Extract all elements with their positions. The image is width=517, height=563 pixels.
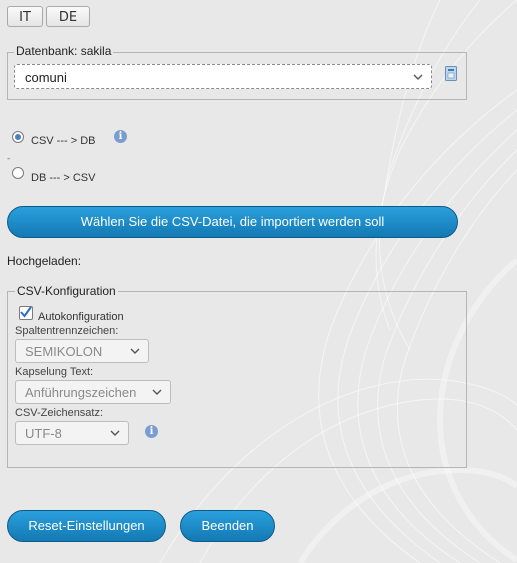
- chevron-down-icon: [152, 389, 162, 395]
- autoconfig-checkbox[interactable]: [19, 306, 33, 320]
- enclosure-value: Anführungszeichen: [25, 385, 137, 400]
- charset-select[interactable]: UTF-8: [15, 421, 129, 445]
- check-icon: [20, 306, 32, 318]
- separator-value: SEMIKOLON: [25, 344, 103, 359]
- table-select-value: comuni: [25, 70, 67, 85]
- charset-label: CSV-Zeichensatz:: [15, 407, 104, 419]
- info-icon[interactable]: i: [145, 425, 158, 438]
- table-select[interactable]: comuni: [14, 64, 432, 89]
- enclosure-select[interactable]: Anführungszeichen: [15, 380, 171, 404]
- radio-csv-to-db-label: CSV --- > DB: [31, 135, 96, 147]
- finish-button[interactable]: Beenden: [180, 510, 275, 542]
- uploaded-label: Hochgeladen:: [7, 254, 82, 268]
- radio-db-to-csv-label: DB --- > CSV: [31, 172, 96, 184]
- database-legend: Datenbank: sakila: [14, 44, 114, 58]
- reset-settings-button[interactable]: Reset-Einstellungen: [7, 510, 166, 542]
- lang-button-it[interactable]: IT: [7, 6, 43, 27]
- separator-select[interactable]: SEMIKOLON: [15, 339, 149, 363]
- separator-dash: -: [7, 154, 11, 164]
- trash-icon[interactable]: [445, 66, 457, 81]
- separator-label: Spaltentrennzeichen:: [15, 325, 119, 337]
- autoconfig-label: Autokonfiguration: [38, 311, 124, 323]
- chevron-down-icon: [110, 430, 120, 436]
- enclosure-label: Kapselung Text:: [15, 366, 94, 378]
- radio-selected-dot: [15, 134, 21, 140]
- radio-db-to-csv[interactable]: [12, 167, 24, 179]
- lang-button-de[interactable]: DE: [46, 6, 90, 27]
- charset-value: UTF-8: [25, 426, 62, 441]
- csv-config-legend: CSV-Konfiguration: [15, 284, 118, 298]
- chevron-down-icon: [130, 348, 140, 354]
- info-icon[interactable]: i: [114, 130, 127, 143]
- chevron-down-icon: [413, 74, 423, 80]
- choose-csv-file-button[interactable]: Wählen Sie die CSV-Datei, die importiert…: [7, 206, 458, 238]
- radio-csv-to-db[interactable]: [12, 131, 24, 143]
